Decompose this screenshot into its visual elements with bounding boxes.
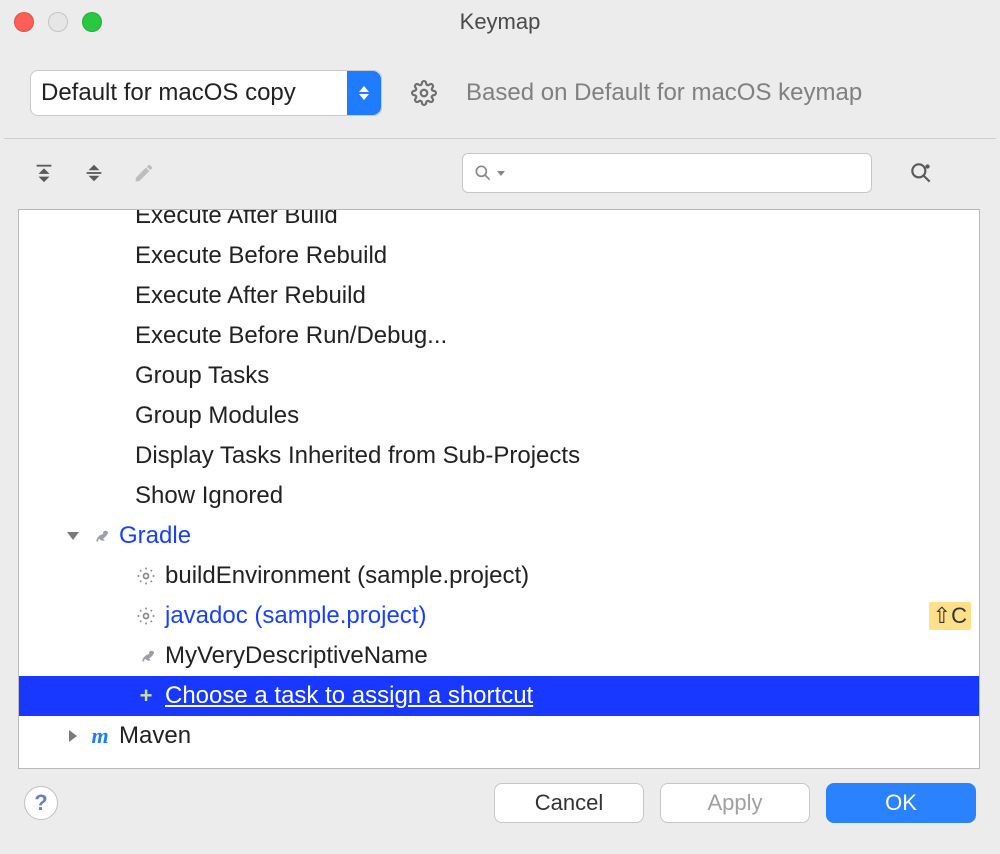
tree-row[interactable]: Group Tasks xyxy=(19,356,979,396)
tree-row-label: buildEnvironment (sample.project) xyxy=(161,562,529,590)
keymap-select-dropdown-icon xyxy=(347,71,381,115)
edit-shortcut-button[interactable] xyxy=(130,159,158,187)
minimize-window-button xyxy=(48,12,68,32)
find-shortcut-icon xyxy=(908,160,934,186)
tree-row[interactable]: MyVeryDescriptiveName xyxy=(19,636,979,676)
tree-row-label: Group Modules xyxy=(131,402,299,430)
tree-row[interactable]: Display Tasks Inherited from Sub-Project… xyxy=(19,436,979,476)
tree-row[interactable]: buildEnvironment (sample.project) xyxy=(19,556,979,596)
chevron-down-icon xyxy=(67,532,79,540)
ok-button[interactable]: OK xyxy=(826,783,976,823)
maven-icon: m xyxy=(85,723,115,749)
cancel-button[interactable]: Cancel xyxy=(494,783,644,823)
tree-row[interactable]: javadoc (sample.project) ⇧C xyxy=(19,596,979,636)
gear-icon xyxy=(131,606,161,626)
dialog-footer: ? Cancel Apply OK xyxy=(0,769,1000,823)
zoom-window-button[interactable] xyxy=(82,12,102,32)
keymap-select[interactable]: Default for macOS copy xyxy=(30,70,382,116)
shortcut-badge: ⇧C xyxy=(929,602,971,630)
check-icon: ✔ xyxy=(61,764,91,770)
tree-row-label: MyVeryDescriptiveName xyxy=(161,642,428,670)
collapse-all-button[interactable] xyxy=(80,159,108,187)
search-icon xyxy=(473,163,493,183)
tree-row-label: Display Tasks Inherited from Sub-Project… xyxy=(131,442,580,470)
tree-row[interactable]: Execute After Rebuild xyxy=(19,276,979,316)
tree-row[interactable]: Execute Before Rebuild xyxy=(19,236,979,276)
help-button[interactable]: ? xyxy=(24,786,58,820)
keymap-header: Default for macOS copy Based on Default … xyxy=(0,44,1000,138)
pencil-icon xyxy=(133,162,155,184)
expand-all-button[interactable] xyxy=(30,159,58,187)
tree-row-label: Show Ignored xyxy=(131,482,283,510)
gradle-icon xyxy=(131,645,161,667)
gear-icon xyxy=(411,80,437,106)
window-controls xyxy=(14,12,102,32)
gradle-icon xyxy=(85,525,115,547)
tree-row[interactable]: Gradle xyxy=(19,516,979,556)
tree-row-label: Group Tasks xyxy=(131,362,269,390)
plus-icon: + xyxy=(131,683,161,709)
tree-row-label: Execute After Build xyxy=(131,209,338,230)
actions-tree[interactable]: Execute After Build Execute Before Rebuil… xyxy=(18,209,980,769)
tree-row[interactable]: ✔ xyxy=(19,756,979,769)
tree-row-label: Maven xyxy=(115,722,191,750)
tree-row[interactable]: Execute Before Run/Debug... xyxy=(19,316,979,356)
tree-row[interactable]: Execute After Build xyxy=(19,209,979,236)
window-title: Keymap xyxy=(460,9,541,35)
tree-row-label: javadoc (sample.project) xyxy=(161,602,426,630)
tree-row-label: Execute Before Rebuild xyxy=(131,242,387,270)
tree-row[interactable]: Show Ignored xyxy=(19,476,979,516)
collapse-all-icon xyxy=(83,162,105,184)
keymap-select-value: Default for macOS copy xyxy=(41,79,296,107)
expand-all-icon xyxy=(33,162,55,184)
tree-row[interactable]: Group Modules xyxy=(19,396,979,436)
tree-row-label: Execute Before Run/Debug... xyxy=(131,322,447,350)
find-by-shortcut-button[interactable] xyxy=(906,158,936,188)
based-on-label: Based on Default for macOS keymap xyxy=(466,79,862,107)
tree-row[interactable]: mMaven xyxy=(19,716,979,756)
gear-icon xyxy=(131,566,161,586)
apply-button: Apply xyxy=(660,783,810,823)
chevron-right-icon xyxy=(69,730,77,742)
tree-row-label: Execute After Rebuild xyxy=(131,282,366,310)
close-window-button[interactable] xyxy=(14,12,34,32)
toolbar xyxy=(0,139,1000,203)
titlebar: Keymap xyxy=(0,0,1000,44)
search-history-dropdown-icon xyxy=(497,171,505,176)
tree-row-label: Gradle xyxy=(115,522,191,550)
keymap-settings-button[interactable] xyxy=(408,77,440,109)
search-input[interactable] xyxy=(462,153,872,193)
tree-row-label: Choose a task to assign a shortcut xyxy=(161,682,533,710)
tree-row[interactable]: +Choose a task to assign a shortcut xyxy=(19,676,979,716)
